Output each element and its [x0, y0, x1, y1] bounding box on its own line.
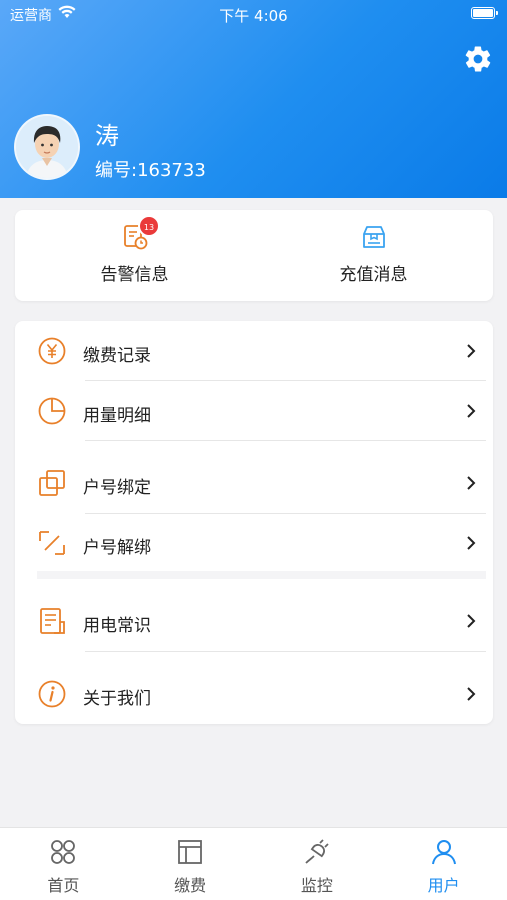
quick-actions-card: 告警信息 充值消息 — [15, 210, 493, 301]
section-separator — [37, 571, 486, 579]
menu-item-account-binding[interactable]: 户号绑定 — [15, 453, 493, 513]
layout-panel-icon — [178, 840, 203, 864]
home-grid-icon — [51, 840, 76, 864]
chevron-right-icon — [467, 404, 476, 418]
menu-item-label: 户号解绑 — [83, 538, 151, 558]
menu-item-label: 缴费记录 — [83, 346, 151, 366]
menu-item-payment-records[interactable]: 缴费记录 — [15, 321, 493, 381]
yen-circle-icon — [38, 337, 66, 365]
profile-header: 运营商 下午 4:06 涛 编号:163733 — [0, 0, 507, 198]
unlink-icon — [39, 531, 65, 555]
alarm-info-label: 告警信息 — [100, 265, 169, 285]
document-list-icon — [40, 608, 65, 634]
chevron-right-icon — [467, 536, 476, 550]
menu-item-label: 用量明细 — [83, 406, 151, 426]
status-bar: 运营商 下午 4:06 — [0, 0, 507, 30]
chevron-right-icon — [467, 476, 476, 490]
menu-item-label: 户号绑定 — [83, 478, 151, 498]
menu-card: 缴费记录 用量明细 户号绑定 户号解绑 用电常识 关于我们 — [15, 321, 493, 724]
menu-item-electricity-knowledge[interactable]: 用电常识 — [15, 591, 493, 651]
recharge-message-button[interactable]: 充值消息 — [254, 210, 493, 301]
avatar-portrait-icon — [16, 116, 78, 178]
recharge-box-icon — [362, 226, 385, 248]
pie-chart-icon — [38, 397, 66, 425]
bottom-tab-bar: 首页 缴费 监控 用户 — [0, 827, 507, 900]
menu-item-label: 关于我们 — [83, 689, 151, 709]
clock: 下午 4:06 — [219, 7, 288, 25]
tab-label: 首页 — [47, 876, 80, 895]
chevron-right-icon — [467, 687, 476, 701]
divider — [85, 651, 486, 652]
menu-item-label: 用电常识 — [83, 616, 151, 636]
plug-icon — [305, 839, 329, 864]
chevron-right-icon — [467, 344, 476, 358]
menu-item-about-us[interactable]: 关于我们 — [15, 664, 493, 724]
tab-home[interactable]: 首页 — [0, 828, 127, 900]
menu-item-account-unbinding[interactable]: 户号解绑 — [15, 514, 493, 572]
link-squares-icon — [39, 470, 65, 496]
tab-user[interactable]: 用户 — [380, 828, 507, 900]
recharge-message-label: 充值消息 — [339, 265, 408, 285]
alarm-info-button[interactable]: 告警信息 — [15, 210, 254, 301]
tab-monitor[interactable]: 监控 — [254, 828, 381, 900]
tab-label: 用户 — [427, 876, 460, 895]
user-account-number: 编号:163733 — [95, 160, 206, 181]
tab-label: 监控 — [300, 876, 333, 895]
avatar[interactable] — [14, 114, 80, 180]
tab-payment[interactable]: 缴费 — [127, 828, 254, 900]
info-circle-icon — [38, 680, 66, 708]
divider — [85, 440, 486, 441]
alarm-count-badge: 13 — [138, 215, 160, 237]
settings-gear-icon[interactable] — [463, 44, 493, 74]
user-icon — [431, 840, 456, 865]
menu-item-usage-details[interactable]: 用量明细 — [15, 381, 493, 441]
battery-icon — [471, 7, 498, 19]
chevron-right-icon — [467, 614, 476, 628]
user-name: 涛 — [95, 122, 119, 150]
tab-label: 缴费 — [174, 876, 207, 895]
